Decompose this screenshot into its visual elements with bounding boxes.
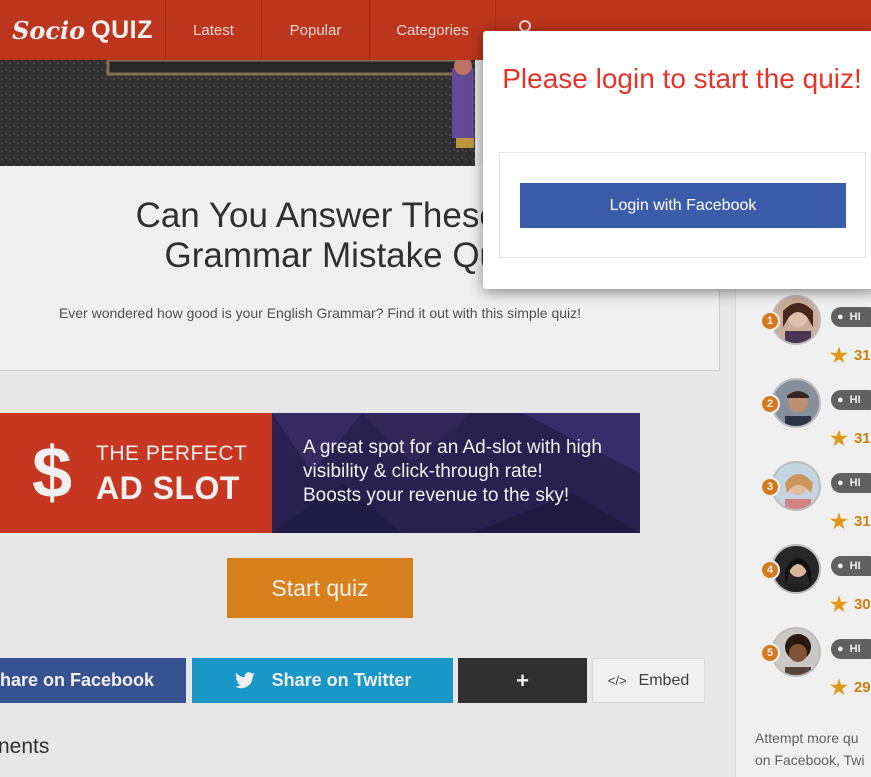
login-options-box: Login with Facebook: [499, 152, 866, 258]
modal-title: Please login to start the quiz!: [502, 63, 862, 94]
login-modal: Please login to start the quiz! Login wi…: [483, 31, 871, 289]
login-facebook-button[interactable]: Login with Facebook: [520, 183, 846, 228]
